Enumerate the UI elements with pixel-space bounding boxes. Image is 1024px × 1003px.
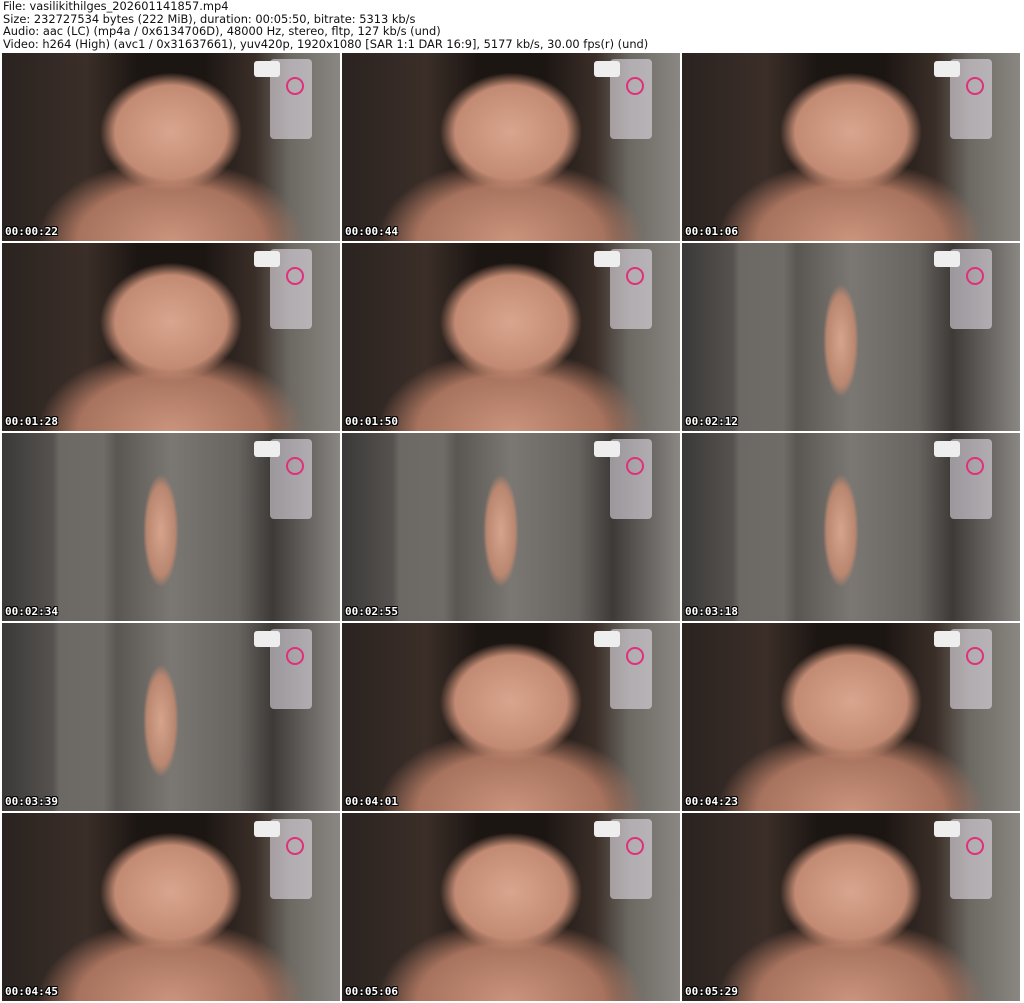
stream-overlay-panel bbox=[934, 59, 992, 139]
stream-overlay-panel bbox=[254, 249, 312, 329]
timestamp-label: 00:01:28 bbox=[5, 415, 58, 428]
timestamp-label: 00:00:22 bbox=[5, 225, 58, 238]
video-thumbnail: 00:04:01 bbox=[342, 623, 680, 811]
video-thumbnail: 00:01:50 bbox=[342, 243, 680, 431]
video-info: Video: h264 (High) (avc1 / 0x31637661), … bbox=[3, 37, 649, 52]
video-thumbnail: 00:04:23 bbox=[682, 623, 1020, 811]
stream-overlay-panel bbox=[594, 439, 652, 519]
timestamp-label: 00:01:50 bbox=[345, 415, 398, 428]
video-thumbnail: 00:05:29 bbox=[682, 813, 1020, 1001]
stream-overlay-panel bbox=[254, 819, 312, 899]
file-info-header: File: vasilikithilges_202601141857.mp4 S… bbox=[3, 0, 648, 51]
timestamp-label: 00:02:55 bbox=[345, 605, 398, 618]
stream-overlay-panel bbox=[594, 819, 652, 899]
video-thumbnail: 00:03:39 bbox=[2, 623, 340, 811]
file-name: File: vasilikithilges_202601141857.mp4 bbox=[3, 0, 229, 13]
video-thumbnail: 00:01:06 bbox=[682, 53, 1020, 241]
timestamp-label: 00:04:23 bbox=[685, 795, 738, 808]
stream-overlay-panel bbox=[934, 819, 992, 899]
stream-overlay-panel bbox=[934, 249, 992, 329]
video-thumbnail: 00:00:44 bbox=[342, 53, 680, 241]
stream-overlay-panel bbox=[254, 439, 312, 519]
timestamp-label: 00:02:12 bbox=[685, 415, 738, 428]
video-thumbnail: 00:00:22 bbox=[2, 53, 340, 241]
stream-overlay-panel bbox=[254, 629, 312, 709]
stream-overlay-panel bbox=[934, 439, 992, 519]
thumbnail-grid: 00:00:22 00:00:44 00:01:06 00:01:28 00:01:50… bbox=[2, 53, 1020, 1001]
video-thumbnail: 00:04:45 bbox=[2, 813, 340, 1001]
timestamp-label: 00:04:01 bbox=[345, 795, 398, 808]
stream-overlay-panel bbox=[594, 249, 652, 329]
stream-overlay-panel bbox=[934, 629, 992, 709]
timestamp-label: 00:03:39 bbox=[5, 795, 58, 808]
timestamp-label: 00:05:29 bbox=[685, 985, 738, 998]
stream-overlay-panel bbox=[594, 59, 652, 139]
stream-overlay-panel bbox=[594, 629, 652, 709]
timestamp-label: 00:02:34 bbox=[5, 605, 58, 618]
video-thumbnail: 00:02:34 bbox=[2, 433, 340, 621]
timestamp-label: 00:01:06 bbox=[685, 225, 738, 238]
video-thumbnail: 00:02:55 bbox=[342, 433, 680, 621]
timestamp-label: 00:04:45 bbox=[5, 985, 58, 998]
stream-overlay-panel bbox=[254, 59, 312, 139]
video-thumbnail: 00:02:12 bbox=[682, 243, 1020, 431]
timestamp-label: 00:05:06 bbox=[345, 985, 398, 998]
timestamp-label: 00:00:44 bbox=[345, 225, 398, 238]
video-thumbnail: 00:01:28 bbox=[2, 243, 340, 431]
timestamp-label: 00:03:18 bbox=[685, 605, 738, 618]
video-thumbnail: 00:03:18 bbox=[682, 433, 1020, 621]
video-thumbnail: 00:05:06 bbox=[342, 813, 680, 1001]
